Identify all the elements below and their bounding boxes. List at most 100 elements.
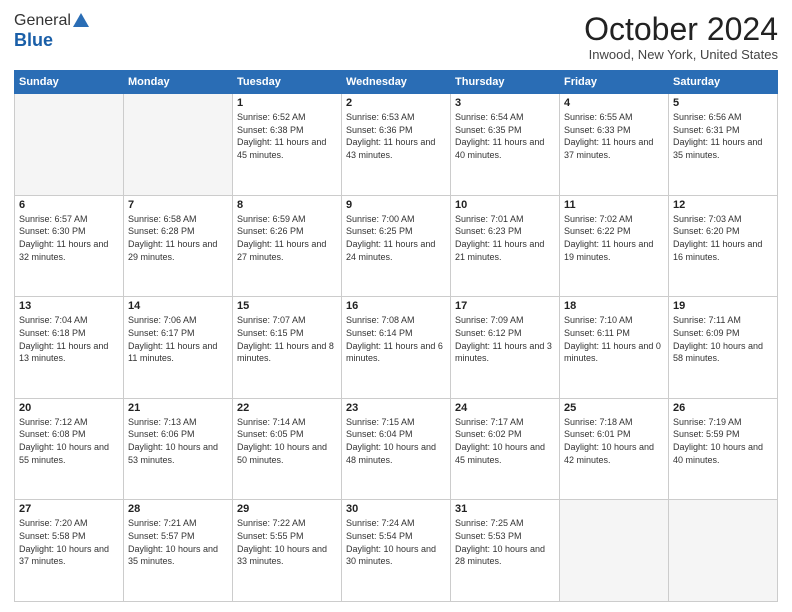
calendar-day-cell: 19 Sunrise: 7:11 AMSunset: 6:09 PMDayligh… [669, 297, 778, 399]
calendar-day-cell [560, 500, 669, 602]
day-info: Sunrise: 6:59 AMSunset: 6:26 PMDaylight:… [237, 213, 337, 263]
calendar-day-cell: 8 Sunrise: 6:59 AMSunset: 6:26 PMDaylight… [233, 195, 342, 297]
calendar-day-cell: 13 Sunrise: 7:04 AMSunset: 6:18 PMDayligh… [15, 297, 124, 399]
calendar-day-cell: 25 Sunrise: 7:18 AMSunset: 6:01 PMDayligh… [560, 398, 669, 500]
calendar-table: SundayMondayTuesdayWednesdayThursdayFrid… [14, 70, 778, 602]
weekday-header: Thursday [451, 71, 560, 94]
day-number: 22 [237, 402, 337, 414]
day-info: Sunrise: 6:54 AMSunset: 6:35 PMDaylight:… [455, 111, 555, 161]
calendar-week-row: 1 Sunrise: 6:52 AMSunset: 6:38 PMDaylight… [15, 94, 778, 196]
day-info: Sunrise: 7:17 AMSunset: 6:02 PMDaylight:… [455, 416, 555, 466]
calendar-day-cell: 15Sunrise: 7:07 AMSunset: 6:15 PMDayligh… [233, 297, 342, 399]
calendar-day-cell: 30 Sunrise: 7:24 AMSunset: 5:54 PMDayligh… [342, 500, 451, 602]
weekday-header: Tuesday [233, 71, 342, 94]
day-number: 8 [237, 199, 337, 211]
day-number: 18 [564, 300, 664, 312]
day-number: 23 [346, 402, 446, 414]
calendar-container: General Blue October 2024 Inwood, New Yo… [0, 0, 792, 612]
day-info: Sunrise: 7:22 AMSunset: 5:55 PMDaylight:… [237, 517, 337, 567]
day-number: 20 [19, 402, 119, 414]
day-number: 21 [128, 402, 228, 414]
calendar-day-cell: 9 Sunrise: 7:00 AMSunset: 6:25 PMDaylight… [342, 195, 451, 297]
day-number: 19 [673, 300, 773, 312]
calendar-day-cell: 17 Sunrise: 7:09 AMSunset: 6:12 PMDayligh… [451, 297, 560, 399]
calendar-day-cell [669, 500, 778, 602]
day-info: Sunrise: 7:08 AMSunset: 6:14 PMDaylight:… [346, 314, 446, 364]
location: Inwood, New York, United States [584, 47, 778, 62]
day-number: 11 [564, 199, 664, 211]
day-info: Sunrise: 7:15 AMSunset: 6:04 PMDaylight:… [346, 416, 446, 466]
calendar-day-cell: 7 Sunrise: 6:58 AMSunset: 6:28 PMDaylight… [124, 195, 233, 297]
calendar-day-cell: 21 Sunrise: 7:13 AMSunset: 6:06 PMDayligh… [124, 398, 233, 500]
day-number: 2 [346, 97, 446, 109]
month-title: October 2024 [584, 12, 778, 47]
day-number: 10 [455, 199, 555, 211]
day-info: Sunrise: 7:10 AMSunset: 6:11 PMDaylight:… [564, 314, 664, 364]
day-info: Sunrise: 6:57 AMSunset: 6:30 PMDaylight:… [19, 213, 119, 263]
calendar-day-cell: 1 Sunrise: 6:52 AMSunset: 6:38 PMDaylight… [233, 94, 342, 196]
day-number: 13 [19, 300, 119, 312]
day-number: 29 [237, 503, 337, 515]
calendar-day-cell: 14Sunrise: 7:06 AMSunset: 6:17 PMDayligh… [124, 297, 233, 399]
day-info: Sunrise: 7:21 AMSunset: 5:57 PMDaylight:… [128, 517, 228, 567]
day-info: Sunrise: 7:18 AMSunset: 6:01 PMDaylight:… [564, 416, 664, 466]
day-info: Sunrise: 7:03 AMSunset: 6:20 PMDaylight:… [673, 213, 773, 263]
calendar-day-cell: 28 Sunrise: 7:21 AMSunset: 5:57 PMDayligh… [124, 500, 233, 602]
day-number: 7 [128, 199, 228, 211]
day-info: Sunrise: 7:07 AMSunset: 6:15 PMDaylight:… [237, 314, 337, 364]
calendar-day-cell: 3 Sunrise: 6:54 AMSunset: 6:35 PMDaylight… [451, 94, 560, 196]
calendar-day-cell: 29 Sunrise: 7:22 AMSunset: 5:55 PMDayligh… [233, 500, 342, 602]
day-number: 1 [237, 97, 337, 109]
day-number: 28 [128, 503, 228, 515]
calendar-day-cell: 11 Sunrise: 7:02 AMSunset: 6:22 PMDayligh… [560, 195, 669, 297]
day-number: 4 [564, 97, 664, 109]
logo: General Blue [14, 12, 89, 51]
day-info: Sunrise: 7:04 AMSunset: 6:18 PMDaylight:… [19, 314, 119, 364]
weekday-header: Friday [560, 71, 669, 94]
calendar-day-cell: 23 Sunrise: 7:15 AMSunset: 6:04 PMDayligh… [342, 398, 451, 500]
calendar-day-cell [124, 94, 233, 196]
day-info: Sunrise: 7:12 AMSunset: 6:08 PMDaylight:… [19, 416, 119, 466]
day-info: Sunrise: 6:53 AMSunset: 6:36 PMDaylight:… [346, 111, 446, 161]
logo-blue-text: Blue [14, 30, 53, 50]
weekday-header: Wednesday [342, 71, 451, 94]
calendar-day-cell: 26Sunrise: 7:19 AMSunset: 5:59 PMDayligh… [669, 398, 778, 500]
logo-general-text: General [14, 12, 71, 30]
weekday-header: Monday [124, 71, 233, 94]
calendar-week-row: 6 Sunrise: 6:57 AMSunset: 6:30 PMDaylight… [15, 195, 778, 297]
day-number: 16 [346, 300, 446, 312]
day-info: Sunrise: 7:11 AMSunset: 6:09 PMDaylight:… [673, 314, 773, 364]
day-info: Sunrise: 6:52 AMSunset: 6:38 PMDaylight:… [237, 111, 337, 161]
day-info: Sunrise: 7:20 AMSunset: 5:58 PMDaylight:… [19, 517, 119, 567]
calendar-week-row: 20 Sunrise: 7:12 AMSunset: 6:08 PMDayligh… [15, 398, 778, 500]
day-info: Sunrise: 7:24 AMSunset: 5:54 PMDaylight:… [346, 517, 446, 567]
day-number: 9 [346, 199, 446, 211]
day-info: Sunrise: 6:55 AMSunset: 6:33 PMDaylight:… [564, 111, 664, 161]
day-number: 31 [455, 503, 555, 515]
day-info: Sunrise: 7:06 AMSunset: 6:17 PMDaylight:… [128, 314, 228, 364]
calendar-day-cell: 6 Sunrise: 6:57 AMSunset: 6:30 PMDaylight… [15, 195, 124, 297]
day-info: Sunrise: 7:14 AMSunset: 6:05 PMDaylight:… [237, 416, 337, 466]
day-number: 6 [19, 199, 119, 211]
calendar-day-cell: 16 Sunrise: 7:08 AMSunset: 6:14 PMDayligh… [342, 297, 451, 399]
day-info: Sunrise: 7:09 AMSunset: 6:12 PMDaylight:… [455, 314, 555, 364]
day-info: Sunrise: 6:58 AMSunset: 6:28 PMDaylight:… [128, 213, 228, 263]
day-number: 30 [346, 503, 446, 515]
day-info: Sunrise: 7:13 AMSunset: 6:06 PMDaylight:… [128, 416, 228, 466]
logo-triangle-icon [73, 13, 89, 27]
day-info: Sunrise: 7:25 AMSunset: 5:53 PMDaylight:… [455, 517, 555, 567]
day-info: Sunrise: 7:01 AMSunset: 6:23 PMDaylight:… [455, 213, 555, 263]
calendar-header-row: SundayMondayTuesdayWednesdayThursdayFrid… [15, 71, 778, 94]
day-number: 12 [673, 199, 773, 211]
day-info: Sunrise: 6:56 AMSunset: 6:31 PMDaylight:… [673, 111, 773, 161]
day-info: Sunrise: 7:00 AMSunset: 6:25 PMDaylight:… [346, 213, 446, 263]
day-number: 3 [455, 97, 555, 109]
calendar-day-cell: 27Sunrise: 7:20 AMSunset: 5:58 PMDayligh… [15, 500, 124, 602]
calendar-day-cell: 2 Sunrise: 6:53 AMSunset: 6:36 PMDaylight… [342, 94, 451, 196]
calendar-day-cell [15, 94, 124, 196]
calendar-day-cell: 5Sunrise: 6:56 AMSunset: 6:31 PMDaylight… [669, 94, 778, 196]
day-info: Sunrise: 7:02 AMSunset: 6:22 PMDaylight:… [564, 213, 664, 263]
weekday-header: Sunday [15, 71, 124, 94]
day-number: 17 [455, 300, 555, 312]
day-number: 25 [564, 402, 664, 414]
